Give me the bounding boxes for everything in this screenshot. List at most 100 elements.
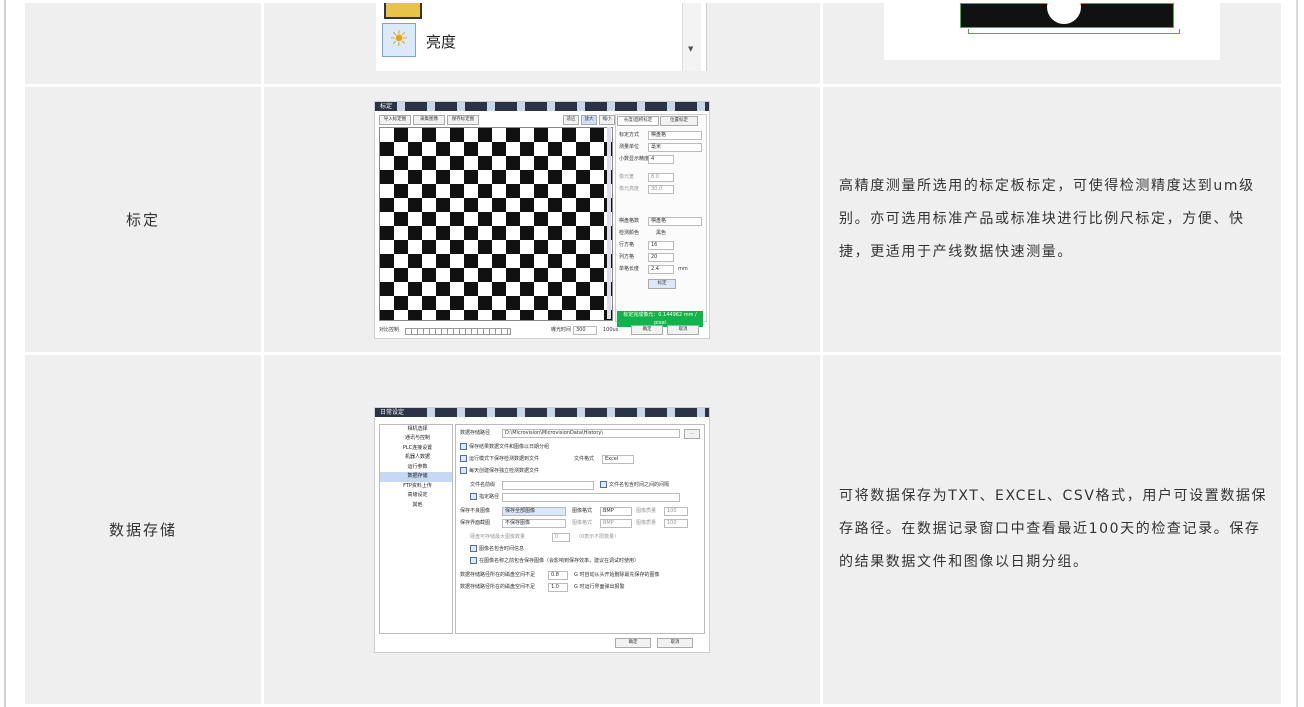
check-custom-path[interactable]: 指定路径 [470,492,499,501]
img-quality-input[interactable]: 100 [664,506,688,516]
calibrate-button[interactable]: 标定 [648,278,676,289]
scroll-down-arrow-icon[interactable]: ▼ [688,45,693,53]
feature-name-storage: 数据存储 [22,352,264,707]
feature-table: ☀ 亮度 ▼ 标定 标定 导入标定图 采集图像 保存标定图 适应 放大 缩小 长… [22,0,1284,707]
path-label: 数据存储路径 [460,429,491,436]
row0-image-cell: ☀ 亮度 ▼ [261,0,823,87]
table-row: 数据存储 日常设定 相机选择 通讯与控制 PLC连接设置 机器人数据 运行参数 … [22,352,1284,707]
exposure-input[interactable]: 300 [573,325,597,335]
capture-image-button[interactable]: 采集图像 [413,114,445,125]
form-label: 像元高度 [619,185,640,192]
table-row: 标定 标定 导入标定图 采集图像 保存标定图 适应 放大 缩小 长度/面积标定 … [22,84,1284,355]
settings-panel: 数据存储路径 D:\Microvision\MicrovisionData\Hi… [455,423,705,634]
page-right-border [1296,0,1298,707]
form-label: 标定方式 [619,131,640,138]
calibration-description: 高精度测量所选用的标定板标定，可使得检测精度达到um级别。亦可选用标准产品或标准… [839,178,1255,260]
scrollbar[interactable]: ▼ [682,3,701,71]
contrast-label: 对比控制 [379,326,400,333]
storage-cancel-button[interactable]: 取消 [657,637,693,648]
screen-quality-input[interactable]: 100 [664,518,688,528]
calibration-desc-cell: 高精度测量所选用的标定板标定，可使得检测精度达到um级别。亦可选用标准产品或标准… [820,84,1284,355]
check-time-interval[interactable]: 文件名包含时间之间的间隔 [600,480,669,489]
pixel-height-input[interactable]: 30.0 [648,184,674,194]
list-item-icon-top [384,3,422,19]
file-format-label: 文件格式 [574,455,595,462]
check-date-group[interactable]: 保存结果数据文件和图像以日期分组 [460,442,549,451]
form-label: 像元宽 [619,173,635,180]
calibration-screenshot: 标定 导入标定图 采集图像 保存标定图 适应 放大 缩小 长度/面积标定 位置标… [374,100,710,339]
max-images-label: 硬盘可存储最大图像数量 [470,533,526,540]
disk-alarm-label: 数据存储路径所在的磁盘空间不足 [460,583,536,590]
window-titlebar [375,407,709,417]
menu-item[interactable]: 机器人数据 [380,453,452,463]
calib-ok-button[interactable]: 确定 [631,324,663,335]
row0-list-screenshot: ☀ 亮度 ▼ [376,3,707,71]
save-screen-label: 保存界面截图 [460,519,491,526]
check-save-run-data[interactable]: 运行模式下保存检测数据到文件 [460,454,539,463]
unit-select[interactable]: 毫米 [648,142,702,152]
contrast-slider[interactable] [405,327,511,335]
disk-delete-label: 数据存储路径所在的磁盘空间不足 [460,571,536,578]
cell-length-input[interactable]: 2.4 [648,264,674,274]
import-calib-image-button[interactable]: 导入标定图 [379,114,411,125]
row0-preview-screenshot [884,0,1220,60]
board-type-select[interactable]: 棋盘格 [648,216,702,226]
menu-item[interactable]: FTP资料上传 [380,482,452,492]
disk-delete-input[interactable]: 0.8 [548,570,568,580]
form-label: 行方格 [619,241,635,248]
menu-item[interactable]: 其他 [380,501,452,511]
exposure-label: 曝光时间 [551,326,572,333]
disk-alarm-input[interactable]: 1.0 [548,582,568,592]
tab-length-area-calib[interactable]: 长度/面积标定 [617,115,659,126]
window-title: 标定 [377,101,396,111]
calibration-image-cell: 标定 导入标定图 采集图像 保存标定图 适应 放大 缩小 长度/面积标定 位置标… [261,84,823,355]
img-format-select[interactable]: BMP [600,506,632,516]
zoom-in-button[interactable]: 放大 [581,114,597,125]
save-screen-select[interactable]: 不保存图像 [502,518,566,528]
menu-item-selected[interactable]: 数据存储 [380,472,452,482]
save-image-label: 保存不良图像 [460,507,491,514]
check-daily-file[interactable]: 每天创建保存独立检测数据文件 [460,466,539,475]
image-scrollbar[interactable] [607,126,611,319]
storage-ok-button[interactable]: 确定 [615,637,651,648]
window-titlebar [375,101,709,111]
cols-input[interactable]: 20 [648,252,674,262]
file-prefix-input[interactable] [502,480,594,490]
calib-mode-select[interactable]: 棋盘格 [648,130,702,140]
form-label: 小数显示精度 [619,155,650,162]
menu-item[interactable]: 运行参数 [380,463,452,473]
path-input[interactable]: D:\Microvision\MicrovisionData\History\ [502,428,680,438]
page-left-border [4,0,6,707]
screen-quality-label: 图像质量 [636,519,657,526]
check-image-name[interactable]: 在图像名称之前包含保存图像（会影响到保存效率，建议在调试时使用） [470,556,639,565]
file-format-select[interactable]: Excel [602,454,634,464]
menu-item[interactable]: 相机选择 [380,425,452,435]
browse-button[interactable]: ... [684,428,700,439]
form-label: 测量单位 [619,143,640,150]
tab-position-calib[interactable]: 位置标定 [660,115,698,126]
zoom-out-button[interactable]: 缩小 [599,114,615,125]
max-images-input[interactable]: 0 [552,532,570,542]
fit-button[interactable]: 适应 [563,114,579,125]
menu-item[interactable]: 通讯与控制 [380,434,452,444]
file-prefix-label: 文件名前缀 [470,481,496,488]
preview-dark-image [960,0,1174,28]
calib-cancel-button[interactable]: 取消 [667,324,699,335]
menu-item[interactable]: 高级设定 [380,491,452,501]
img-format-label: 图像格式 [572,507,593,514]
rows-input[interactable]: 16 [648,240,674,250]
storage-desc-cell: 可将数据保存为TXT、EXCEL、CSV格式，用户可设置数据保存路径。在数据记录… [820,352,1284,707]
menu-item[interactable]: PLC连接设置 [380,444,452,454]
pixel-width-input[interactable]: 8.0 [648,172,674,182]
custom-path-input[interactable] [502,492,680,502]
storage-screenshot: 日常设定 相机选择 通讯与控制 PLC连接设置 机器人数据 运行参数 数据存储 … [374,406,710,653]
color-radio[interactable]: 黑色 [656,229,666,237]
save-image-select[interactable]: 保存全部图像 [502,506,566,516]
unit-label: mm [678,265,688,272]
save-calib-image-button[interactable]: 保存标定图 [447,114,479,125]
screen-format-select[interactable]: BMP [600,518,632,528]
list-item-label: 亮度 [426,33,457,51]
check-image-time[interactable]: 图像名包含时间信息 [470,544,524,553]
precision-input[interactable]: 4 [648,154,674,164]
feature-name-calibration: 标定 [22,84,264,355]
